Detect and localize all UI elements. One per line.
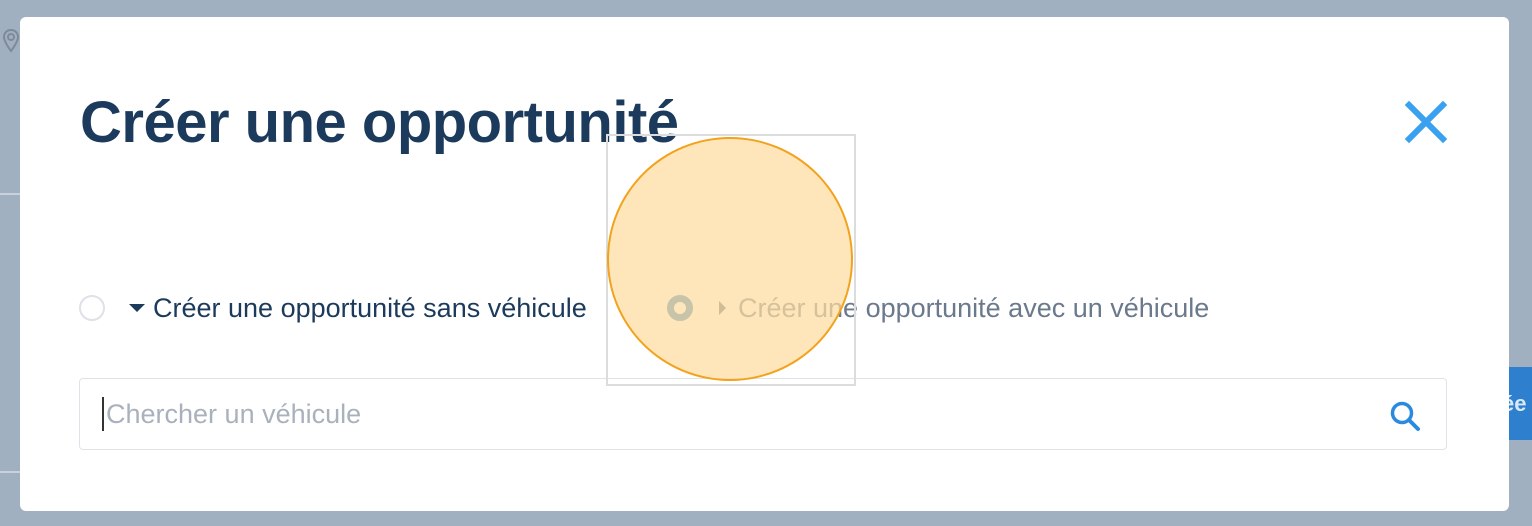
option-without-vehicle-label: Créer une opportunité sans véhicule (153, 292, 587, 323)
modal-title: Créer une opportunité (80, 90, 679, 155)
vehicle-option-group: Créer une opportunité sans véhicule Crée… (79, 288, 1379, 328)
caret-right-icon (719, 301, 726, 315)
create-opportunity-modal: Créer une opportunité Créer une opportun… (20, 17, 1509, 511)
radio-without-vehicle[interactable] (79, 295, 105, 321)
search-icon[interactable] (1388, 399, 1422, 433)
caret-down-icon (129, 304, 145, 312)
option-without-vehicle[interactable]: Créer une opportunité sans véhicule (79, 288, 587, 328)
vehicle-search-input[interactable] (102, 397, 1366, 431)
background-action-button[interactable]: ée (1508, 367, 1532, 440)
vehicle-search-box (79, 378, 1447, 450)
radio-with-vehicle[interactable] (667, 295, 693, 321)
map-pin-icon (2, 28, 20, 53)
option-with-vehicle[interactable]: Créer une opportunité avec un véhicule (667, 288, 1209, 328)
background-divider (0, 193, 22, 195)
background-divider (0, 471, 22, 473)
close-icon[interactable] (1404, 100, 1448, 144)
option-with-vehicle-label: Créer une opportunité avec un véhicule (738, 292, 1210, 323)
